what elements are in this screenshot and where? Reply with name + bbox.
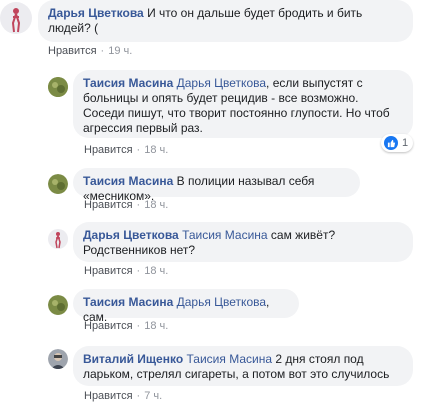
like-button[interactable]: Нравится	[84, 144, 133, 156]
comment-author[interactable]: Дарья Цветкова	[48, 6, 144, 20]
comment-mention[interactable]: Дарья Цветкова	[177, 76, 266, 90]
avatar-photo-icon	[48, 77, 68, 97]
like-button[interactable]: Нравится	[84, 265, 133, 277]
avatar[interactable]	[48, 77, 68, 97]
avatar[interactable]	[48, 295, 68, 315]
comment-timestamp[interactable]: 18 ч.	[144, 199, 168, 211]
avatar-photo-icon	[48, 174, 68, 194]
avatar-figure-icon	[55, 232, 61, 249]
comment-bubble: Таисия Масина Дарья Цветкова, если выпус…	[73, 70, 413, 138]
comment-timestamp[interactable]: 7 ч.	[144, 390, 162, 402]
reaction-count: 1	[402, 137, 409, 149]
comment-mention[interactable]: Таисия Масина	[182, 228, 268, 242]
comment-author[interactable]: Виталий Ищенко	[83, 352, 183, 366]
avatar-photo-icon	[48, 349, 68, 369]
comment-timestamp[interactable]: 18 ч.	[144, 265, 168, 277]
comment-actions: Нравится · 18 ч.	[84, 265, 169, 277]
comment-author[interactable]: Таисия Масина	[83, 295, 173, 309]
avatar-figure-icon	[11, 8, 21, 33]
comment-actions: Нравится · 18 ч.	[84, 199, 169, 211]
comment-bubble: Дарья Цветкова Таисия Масина сам живёт? …	[73, 222, 413, 262]
thumbs-up-icon	[384, 136, 398, 150]
comment-timestamp[interactable]: 18 ч.	[144, 320, 168, 332]
like-button[interactable]: Нравится	[84, 199, 133, 211]
comment-author[interactable]: Таисия Масина	[83, 174, 173, 188]
avatar[interactable]	[48, 229, 68, 249]
comment-mention[interactable]: Дарья Цветкова	[177, 295, 266, 309]
comment-actions: Нравится · 7 ч.	[84, 390, 163, 402]
comment-timestamp[interactable]: 19 ч.	[108, 45, 132, 57]
reaction-summary[interactable]: 1	[381, 134, 413, 152]
like-button[interactable]: Нравится	[48, 45, 97, 57]
avatar[interactable]	[48, 174, 68, 194]
avatar-photo-icon	[48, 295, 68, 315]
comment-author[interactable]: Таисия Масина	[83, 76, 173, 90]
comment-author[interactable]: Дарья Цветкова	[83, 228, 179, 242]
like-button[interactable]: Нравится	[84, 320, 133, 332]
avatar[interactable]	[0, 2, 32, 34]
comment-actions: Нравится · 18 ч.	[84, 320, 169, 332]
comment-timestamp[interactable]: 18 ч.	[144, 144, 168, 156]
comment-bubble: Виталий Ищенко Таисия Масина 2 дня стоял…	[73, 346, 413, 386]
like-button[interactable]: Нравится	[84, 390, 133, 402]
comment-bubble: Дарья Цветкова И что он дальше будет бро…	[38, 0, 413, 42]
comment-mention[interactable]: Таисия Масина	[187, 352, 273, 366]
comment-bubble: Таисия Масина Дарья Цветкова, сам.	[73, 289, 299, 324]
comment-actions: Нравится · 19 ч.	[48, 45, 133, 57]
avatar[interactable]	[48, 349, 68, 369]
comment-actions: Нравится · 18 ч.	[84, 144, 169, 156]
comment-bubble: Таисия Масина В полиции называл себя «ме…	[73, 168, 360, 203]
